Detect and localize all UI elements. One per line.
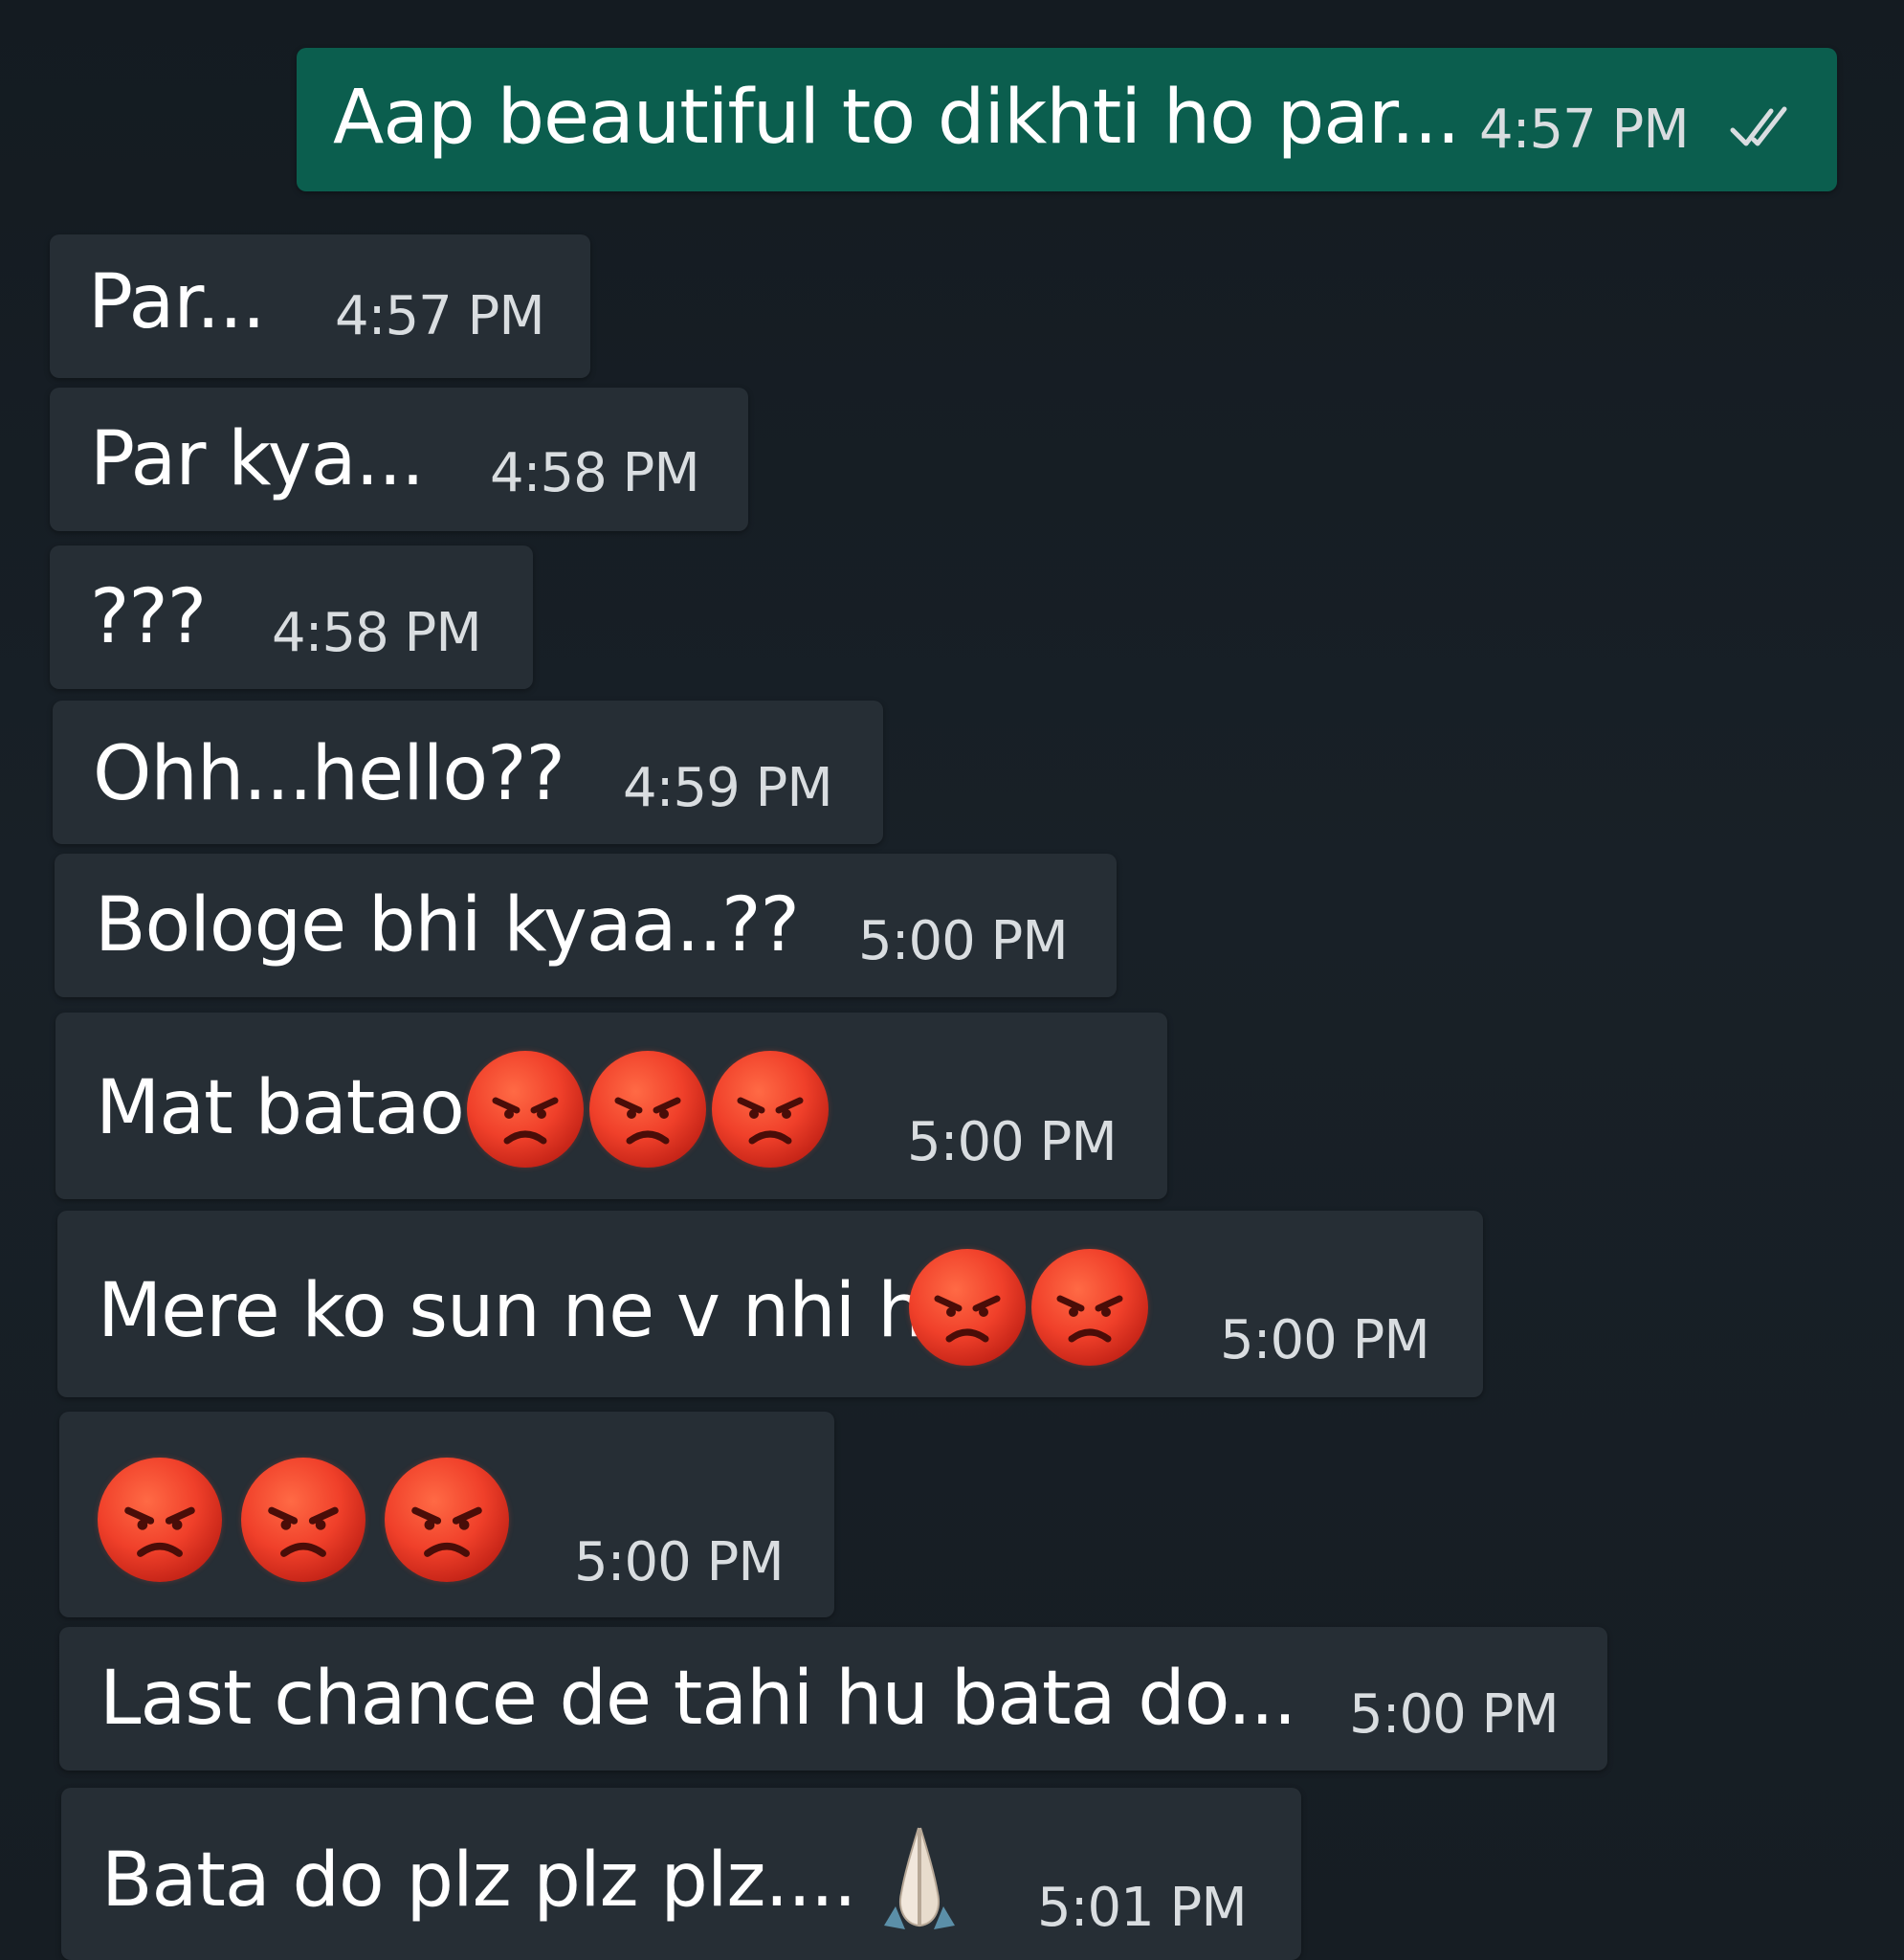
message-time: 5:01 PM <box>1037 1877 1248 1939</box>
message-bubble-incoming[interactable]: Bata do plz plz plz.... 5:01 PM <box>61 1788 1301 1960</box>
message-text: Aap beautiful to dikhti ho par... <box>333 75 1460 161</box>
message-time: 5:00 PM <box>1349 1683 1560 1746</box>
message-text: Mere ko sun ne v nhi h <box>98 1268 925 1354</box>
message-bubble-incoming[interactable]: Mat batao 5:00 PM <box>55 1013 1167 1199</box>
message-time: 4:57 PM <box>1479 99 1690 161</box>
message-time: 5:00 PM <box>574 1531 785 1593</box>
message-bubble-outgoing[interactable]: Aap beautiful to dikhti ho par... 4:57 P… <box>297 48 1837 191</box>
message-time: 5:00 PM <box>858 910 1069 972</box>
angry-face-icon <box>589 1051 706 1168</box>
angry-face-icon <box>467 1051 584 1168</box>
message-bubble-incoming[interactable]: Last chance de tahi hu bata do... 5:00 P… <box>59 1627 1607 1771</box>
emoji-group <box>467 1051 829 1168</box>
message-bubble-incoming[interactable]: 5:00 PM <box>59 1412 834 1617</box>
angry-face-icon <box>241 1458 365 1582</box>
message-text: Bologe bhi kyaa..?? <box>95 882 800 969</box>
message-bubble-incoming[interactable]: Bologe bhi kyaa..?? 5:00 PM <box>55 854 1117 997</box>
message-text: Last chance de tahi hu bata do... <box>100 1656 1296 1742</box>
message-time: 4:58 PM <box>490 442 700 504</box>
angry-face-icon <box>98 1458 222 1582</box>
message-time: 4:57 PM <box>335 285 545 347</box>
message-bubble-incoming[interactable]: Mere ko sun ne v nhi h 5:00 PM <box>57 1211 1483 1397</box>
message-time: 5:00 PM <box>1220 1309 1430 1371</box>
emoji-group <box>909 1249 1148 1366</box>
message-bubble-incoming[interactable]: Ohh...hello?? 4:59 PM <box>53 701 883 844</box>
message-bubble-incoming[interactable]: Par... 4:57 PM <box>50 234 590 378</box>
message-bubble-incoming[interactable]: ??? 4:58 PM <box>50 546 533 689</box>
message-time: 4:58 PM <box>272 602 482 664</box>
message-text: Bata do plz plz plz.... <box>101 1838 857 1924</box>
message-text: Ohh...hello?? <box>93 731 565 817</box>
angry-face-icon <box>909 1249 1026 1366</box>
message-text: Par kya... <box>90 416 425 502</box>
message-text: Mat batao <box>96 1065 465 1151</box>
message-time: 4:59 PM <box>623 757 833 819</box>
message-text: ??? <box>90 574 207 660</box>
folded-hands-icon <box>876 1818 963 1937</box>
double-check-icon <box>1730 106 1787 146</box>
chat-window: Aap beautiful to dikhti ho par... 4:57 P… <box>0 0 1904 1960</box>
message-bubble-incoming[interactable]: Par kya... 4:58 PM <box>50 388 748 531</box>
angry-face-icon <box>712 1051 829 1168</box>
angry-face-icon <box>385 1458 509 1582</box>
message-time: 5:00 PM <box>907 1111 1118 1173</box>
message-text: Par... <box>88 259 266 345</box>
emoji-group <box>98 1458 509 1582</box>
angry-face-icon <box>1031 1249 1148 1366</box>
